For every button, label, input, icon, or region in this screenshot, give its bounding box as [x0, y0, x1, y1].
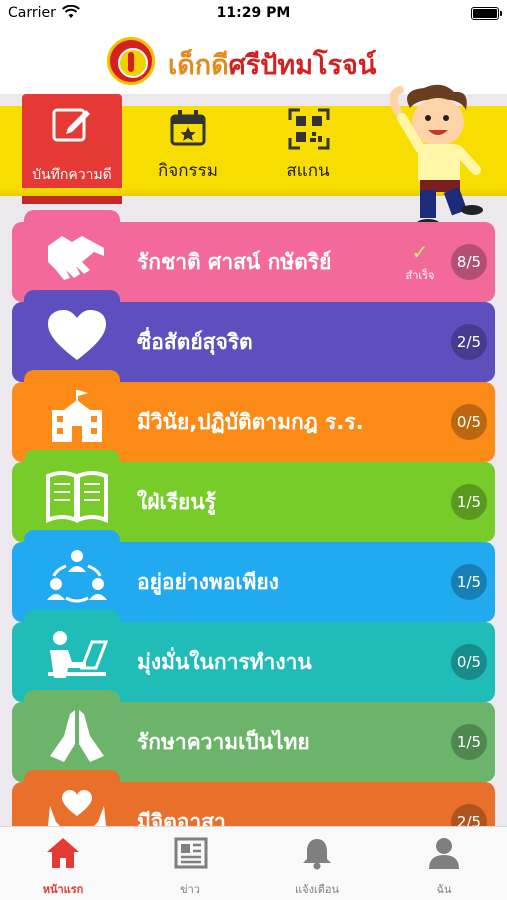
checkmark-icon: ✓ [411, 240, 429, 264]
newspaper-icon [174, 837, 208, 869]
app-title: เด็กดีศรีปัทมโรจน์ [168, 43, 376, 86]
school-logo-seal [107, 37, 155, 85]
action-label: กิจกรรม [157, 161, 218, 181]
praying-hands-icon [50, 710, 104, 762]
action-activities[interactable]: กิจกรรม [138, 106, 238, 196]
tab-label: หน้าแรก [42, 883, 84, 896]
completed-badge: ✓ สำเร็จ [397, 242, 443, 286]
app-title-part1: เด็กดี [168, 50, 229, 81]
progress-count: 1/5 [451, 564, 487, 600]
bell-icon [303, 839, 331, 870]
community-icon [47, 550, 107, 603]
action-scan[interactable]: สแกน [258, 106, 358, 196]
category-name: มุ่งมั่นในการทำงาน [137, 650, 312, 674]
progress-count: 8/5 [451, 244, 487, 280]
category-name: รักษาความเป็นไทย [137, 730, 310, 754]
clock-time: 11:29 PM [216, 5, 291, 21]
calendar-star-icon [170, 110, 206, 146]
person-at-desk-icon [48, 631, 108, 678]
student-mascot-illustration [389, 84, 483, 232]
category-name: อยู่อย่างพอเพียง [137, 570, 279, 594]
qr-code-icon [288, 108, 330, 150]
edit-icon [52, 108, 90, 142]
progress-count: 1/5 [451, 484, 487, 520]
battery-icon [471, 7, 502, 20]
school-building-icon [52, 390, 102, 442]
category-name: ใฝ่เรียนรู้ [137, 490, 216, 514]
open-book-icon [46, 471, 108, 524]
home-icon [47, 838, 79, 868]
progress-count: 1/5 [451, 724, 487, 760]
heart-icon [48, 310, 106, 360]
progress-count: 0/5 [451, 644, 487, 680]
progress-count: 0/5 [451, 404, 487, 440]
completed-label: สำเร็จ [405, 269, 435, 282]
tab-notifications[interactable]: แจ้งเตือน [254, 827, 380, 900]
progress-count: 2/5 [451, 324, 487, 360]
status-bar: Carrier 11:29 PM [0, 0, 507, 28]
action-label: สแกน [286, 161, 330, 181]
category-name: มีวินัย,ปฏิบัติตามกฎ ร.ร. [137, 410, 364, 434]
tab-label: ข่าว [180, 883, 200, 896]
tab-home[interactable]: หน้าแรก [0, 827, 126, 900]
tab-me[interactable]: ฉัน [381, 827, 507, 900]
bottom-tab-bar: หน้าแรก ข่าว แจ้งเตือน ฉัน [0, 826, 507, 900]
tab-label: ฉัน [436, 883, 452, 896]
category-name: รักชาติ ศาสน์ กษัตริย์ [137, 250, 332, 274]
user-icon [429, 838, 459, 869]
category-name: ซื่อสัตย์สุจริต [137, 330, 253, 354]
tab-label: แจ้งเตือน [295, 883, 339, 896]
action-record-good-deed[interactable]: บันทึกความดี [22, 94, 122, 204]
app-title-part2: ศรีปัทมโรจน์ [228, 50, 377, 81]
action-label: บันทึกความดี [32, 167, 112, 183]
tab-news[interactable]: ข่าว [127, 827, 253, 900]
handshake-icon [48, 236, 104, 280]
